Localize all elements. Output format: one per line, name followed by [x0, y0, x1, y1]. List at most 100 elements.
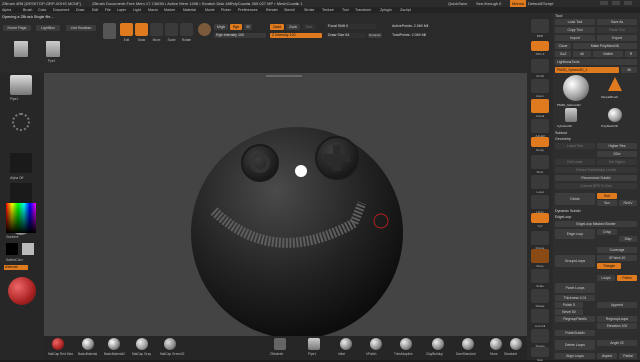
rgb-button[interactable]: Rgb	[230, 24, 242, 30]
mrgb-button[interactable]: Mrgb	[214, 24, 228, 30]
draw-size-slider[interactable]: Draw Size 64	[326, 33, 366, 38]
menu-stroke[interactable]: Stroke	[304, 8, 314, 12]
current-tool-name[interactable]: PM3D_Sphere3D_1	[555, 67, 619, 73]
menu-document[interactable]: Document	[53, 8, 69, 12]
thickness-slider[interactable]: Thickness 0.01	[555, 295, 595, 301]
xyz-button[interactable]: Xyz	[531, 213, 549, 228]
smt-toggle[interactable]: Smt	[597, 193, 617, 199]
inflat-brush-button[interactable]	[340, 338, 352, 350]
groups-loops-button[interactable]: GroupsLoops	[555, 255, 595, 267]
polish-slider[interactable]: Polish 5	[555, 302, 583, 308]
main-color-swatch[interactable]	[6, 243, 18, 255]
spix-button[interactable]: SPix 3	[531, 41, 549, 56]
lightbox-tools-button[interactable]: Lightbox▸Tools	[555, 59, 637, 65]
scale-mode-button[interactable]: Scale	[165, 23, 178, 42]
reconstruct-subdiv-button[interactable]: Reconstruct Subdiv	[555, 175, 637, 181]
polish-toggle[interactable]: Polish	[617, 275, 637, 281]
lower-res-button[interactable]: Lower Res	[555, 143, 595, 149]
geometry-header[interactable]: Geometry	[555, 137, 571, 141]
alternate-button[interactable]: Alternate	[4, 265, 28, 270]
menu-marker[interactable]: Marker	[164, 8, 175, 12]
m-button[interactable]: M	[244, 24, 252, 30]
del-lower-button[interactable]: Del Lower	[555, 159, 595, 165]
trimadaptive-brush-button[interactable]	[400, 338, 412, 350]
menu-alpha[interactable]: Alpha	[2, 8, 11, 12]
suv-toggle[interactable]: Suv	[597, 200, 617, 206]
zsub-button[interactable]: Zsub	[286, 24, 300, 30]
claybuildup-brush-button[interactable]	[432, 338, 444, 350]
menu-light[interactable]: Light	[133, 8, 141, 12]
del-higher-button[interactable]: Del Higher	[597, 159, 637, 165]
sculpt-viewport[interactable]	[44, 73, 527, 336]
rotate-mode-button[interactable]: Rotate	[180, 23, 193, 42]
polish-subdiv-toggle[interactable]: PolishSubdiv	[555, 330, 595, 336]
make-polymesh-button[interactable]: Make PolyMesh3D	[573, 43, 637, 49]
home-page-button[interactable]: Home Page	[3, 25, 31, 31]
matcap-green-button[interactable]	[164, 338, 176, 350]
menu-edit[interactable]: Edit	[92, 8, 98, 12]
copy-tool-button[interactable]: Copy Tool	[555, 27, 595, 33]
floor-button[interactable]: Floor	[531, 155, 549, 174]
scale-view-button[interactable]: Scale	[531, 269, 549, 288]
alpha-slot[interactable]	[10, 153, 32, 173]
local-button[interactable]: Local	[531, 175, 549, 194]
coverage-slider[interactable]: Coverage	[597, 247, 637, 253]
menu-movie[interactable]: Movie	[205, 8, 215, 12]
zcut-button[interactable]: Zcut	[302, 24, 316, 30]
panel-loops-button[interactable]: Panel Loops	[555, 283, 595, 293]
higher-res-button[interactable]: Higher Res	[597, 143, 637, 149]
menus-button[interactable]: Menus	[510, 0, 527, 7]
tool-thumb-cylinder[interactable]	[565, 108, 577, 122]
viewport-canvas[interactable]	[44, 73, 527, 336]
edit-mode-button[interactable]: Edit	[120, 23, 133, 42]
default-script[interactable]: DefaultZScript	[528, 1, 553, 6]
z-intensity-slider[interactable]: Z Intensity 100	[270, 33, 322, 38]
edge-loop-button[interactable]: Edge Loop	[555, 229, 595, 239]
tool-thumb-polymesh[interactable]	[608, 108, 622, 122]
append-toggle[interactable]: Append	[597, 302, 637, 308]
goz-button[interactable]: GoZ	[555, 51, 571, 57]
dynamic-button[interactable]: Dynamic	[368, 33, 382, 38]
draw-mode-button[interactable]: Draw	[135, 23, 148, 42]
texture-slot[interactable]	[10, 183, 32, 203]
delete-loops-button[interactable]: Delete Loops	[555, 340, 595, 350]
regroup-panels-toggle[interactable]: RegroupPanels	[555, 316, 595, 322]
menu-layer[interactable]: Layer	[117, 8, 126, 12]
stroke-dots-icon[interactable]	[12, 113, 30, 131]
elevation-slider[interactable]: Elevation 100	[597, 323, 637, 329]
standard-brush-button[interactable]	[510, 338, 522, 350]
secondary-color-swatch[interactable]	[22, 243, 34, 255]
visible-button[interactable]: Visible	[593, 51, 623, 57]
subtool-header[interactable]: Subtool	[555, 131, 567, 135]
rgb-intensity-slider[interactable]: Rgb Intensity 100	[214, 33, 266, 38]
tool-thumb-simplebrush[interactable]	[608, 77, 622, 91]
matcap-red-wax-preview[interactable]	[8, 277, 36, 305]
menu-zplugin[interactable]: Zplugin	[380, 8, 392, 12]
see-through-slider[interactable]: See-through 0	[476, 1, 501, 6]
angle-slider[interactable]: Angle 20	[597, 340, 637, 346]
brush-thumbnail[interactable]	[10, 75, 32, 95]
solo-button[interactable]: Solo	[531, 347, 549, 362]
zoom-button[interactable]: Zoom	[531, 79, 549, 98]
menu-macro[interactable]: Macro	[148, 8, 158, 12]
menu-render[interactable]: Render	[266, 8, 278, 12]
bevel-slider[interactable]: Bevel 50	[555, 309, 583, 315]
hpolish-brush-button[interactable]	[370, 338, 382, 350]
aahalf-button[interactable]: AAHalf	[531, 119, 549, 138]
export-button[interactable]: Export	[597, 35, 637, 41]
paste-tool-button[interactable]: Paste Tool	[597, 27, 637, 33]
gpolish-slider[interactable]: GPolish 20	[597, 255, 637, 261]
pipe-brush-button[interactable]	[308, 338, 320, 350]
menu-material[interactable]: Material	[183, 8, 196, 12]
divide-button[interactable]: Divide	[555, 193, 595, 205]
move-view-button[interactable]: Move	[531, 249, 549, 268]
frame-button[interactable]: Frame	[531, 231, 549, 250]
basic-material2-button[interactable]	[108, 338, 120, 350]
menu-brush[interactable]: Brush	[23, 8, 32, 12]
regroup-loops-toggle[interactable]: RegroupLoops	[597, 316, 637, 322]
matcap-gray-button[interactable]	[136, 338, 148, 350]
convert-bpr-button[interactable]: Convert BPR To Geo	[555, 183, 637, 189]
menu-picker[interactable]: Picker	[221, 8, 231, 12]
brush-thumb-2[interactable]	[46, 41, 60, 57]
zadd-button[interactable]: Zadd	[270, 24, 284, 30]
